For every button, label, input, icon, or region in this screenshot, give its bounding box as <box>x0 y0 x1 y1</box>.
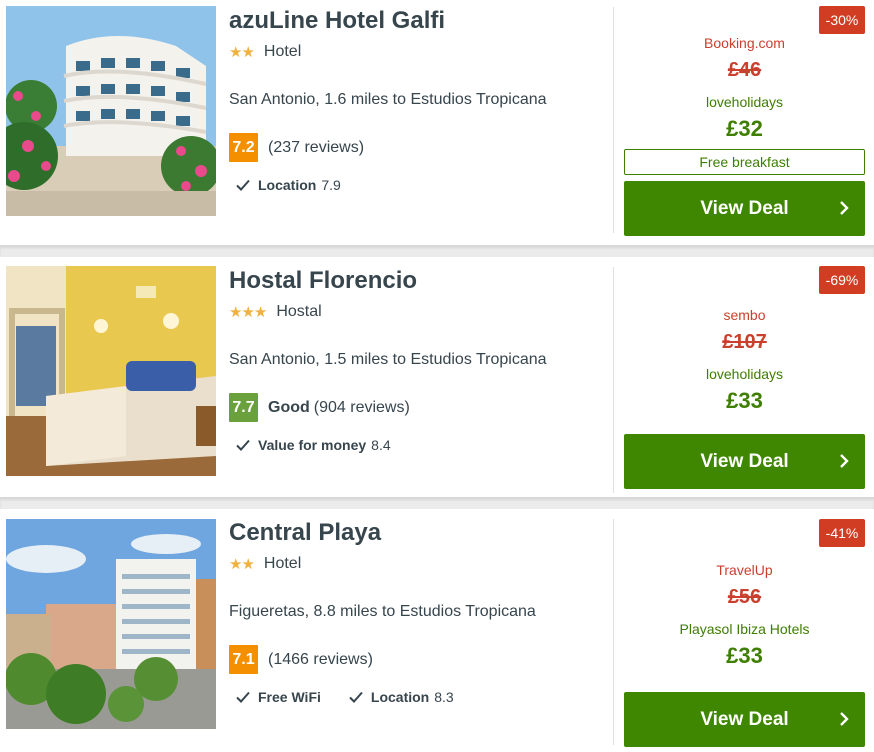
view-deal-label: View Deal <box>700 450 789 472</box>
card-separator <box>0 245 874 257</box>
rating-row[interactable]: 7.1 (1466 reviews) <box>229 645 373 674</box>
hotel-info: Central Playa ★★ Hotel Figueretas, 8.8 m… <box>229 519 599 729</box>
chevron-right-icon <box>840 201 849 215</box>
sub-ratings: Location 7.9 <box>235 177 363 193</box>
strikethrough-price[interactable]: £46 <box>624 59 865 82</box>
hotel-info: Hostal Florencio ★★★ Hostal San Antonio,… <box>229 267 599 477</box>
view-deal-button[interactable]: View Deal <box>624 692 865 747</box>
hotel-location[interactable]: San Antonio, 1.6 miles to Estudios Tropi… <box>229 91 547 109</box>
deal-provider[interactable]: loveholidays <box>624 366 865 382</box>
accommodation-type: Hotel <box>263 43 302 60</box>
sub-rating-label: Value for money <box>258 437 367 453</box>
column-divider <box>613 267 614 493</box>
hotel-location[interactable]: San Antonio, 1.5 miles to Estudios Tropi… <box>229 351 547 369</box>
rating-score-badge: 7.2 <box>229 133 258 162</box>
rating-word: Good <box>268 398 310 416</box>
checkmark-icon <box>236 179 250 191</box>
deal-price[interactable]: £33 <box>624 643 865 669</box>
deal-provider[interactable]: Playasol Ibiza Hotels <box>624 621 865 637</box>
hotel-photo[interactable] <box>6 6 216 216</box>
star-icons: ★★★ <box>229 304 267 321</box>
deal-price[interactable]: £33 <box>624 388 865 414</box>
rating-score-badge: 7.1 <box>229 645 258 674</box>
sub-rating: Free WiFi <box>235 689 326 705</box>
sub-rating-label: Free WiFi <box>258 689 321 705</box>
star-icons: ★★ <box>229 556 255 573</box>
compare-provider[interactable]: TravelUp <box>624 562 865 578</box>
chevron-right-icon <box>840 454 849 468</box>
deal-panel: -30% Booking.com £46 loveholidays £32 Fr… <box>624 6 865 236</box>
review-count: (1466 reviews) <box>268 650 373 668</box>
stars-row: ★★ Hotel <box>229 555 301 573</box>
deal-panel: -69% sembo £107 loveholidays £33 View De… <box>624 266 865 496</box>
discount-badge: -41% <box>819 519 865 547</box>
hotel-name[interactable]: Hostal Florencio <box>229 267 599 295</box>
free-breakfast-tag: Free breakfast <box>624 149 865 175</box>
deal-price[interactable]: £32 <box>624 116 865 142</box>
accommodation-type: Hotel <box>263 555 302 572</box>
view-deal-label: View Deal <box>700 708 789 730</box>
hotel-photo[interactable] <box>6 266 216 476</box>
sub-ratings: Value for money 8.4 <box>235 437 413 453</box>
view-deal-label: View Deal <box>700 197 789 219</box>
sub-rating-value: 8.4 <box>371 437 391 453</box>
hotel-photo[interactable] <box>6 519 216 729</box>
deal-provider[interactable]: loveholidays <box>624 94 865 110</box>
star-icons: ★★ <box>229 44 255 61</box>
sub-rating: Location 7.9 <box>235 177 341 193</box>
sub-rating-value: 7.9 <box>321 177 341 193</box>
column-divider <box>613 519 614 745</box>
checkmark-icon <box>236 439 250 451</box>
sub-rating-label: Location <box>258 177 317 193</box>
hotel-location[interactable]: Figueretas, 8.8 miles to Estudios Tropic… <box>229 603 536 621</box>
strikethrough-price[interactable]: £56 <box>624 586 865 609</box>
checkmark-icon <box>236 691 250 703</box>
sub-rating-label: Location <box>370 689 430 705</box>
rating-row[interactable]: 7.7 Good (904 reviews) <box>229 393 410 422</box>
hotel-card: azuLine Hotel Galfi ★★ Hotel San Antonio… <box>0 0 874 240</box>
compare-provider[interactable]: sembo <box>624 307 865 323</box>
view-deal-button[interactable]: View Deal <box>624 181 865 236</box>
chevron-right-icon <box>840 712 849 726</box>
sub-rating: Value for money 8.4 <box>235 437 391 453</box>
compare-provider[interactable]: Booking.com <box>624 35 865 51</box>
review-count: (904 reviews) <box>313 398 410 416</box>
checkmark-icon <box>349 691 363 703</box>
deal-panel: -41% TravelUp £56 Playasol Ibiza Hotels … <box>624 519 865 749</box>
hotel-name[interactable]: azuLine Hotel Galfi <box>229 7 599 35</box>
accommodation-type: Hostal <box>276 303 322 320</box>
discount-badge: -69% <box>819 266 865 294</box>
hotel-card: Central Playa ★★ Hotel Figueretas, 8.8 m… <box>0 510 874 752</box>
sub-ratings: Free WiFi Location 8.3 <box>235 689 476 705</box>
stars-row: ★★ Hotel <box>229 43 301 61</box>
column-divider <box>613 7 614 233</box>
view-deal-button[interactable]: View Deal <box>624 434 865 489</box>
sub-rating: Location 8.3 <box>348 689 454 705</box>
strikethrough-price[interactable]: £107 <box>624 331 865 354</box>
hotel-card: Hostal Florencio ★★★ Hostal San Antonio,… <box>0 258 874 498</box>
rating-score-badge: 7.7 <box>229 393 258 422</box>
review-count: (237 reviews) <box>268 138 365 156</box>
rating-row[interactable]: 7.2 (237 reviews) <box>229 133 364 162</box>
card-separator <box>0 497 874 509</box>
discount-badge: -30% <box>819 6 865 34</box>
hotel-info: azuLine Hotel Galfi ★★ Hotel San Antonio… <box>229 7 599 217</box>
hotel-name[interactable]: Central Playa <box>229 519 599 547</box>
stars-row: ★★★ Hostal <box>229 303 322 321</box>
sub-rating-value: 8.3 <box>434 689 454 705</box>
